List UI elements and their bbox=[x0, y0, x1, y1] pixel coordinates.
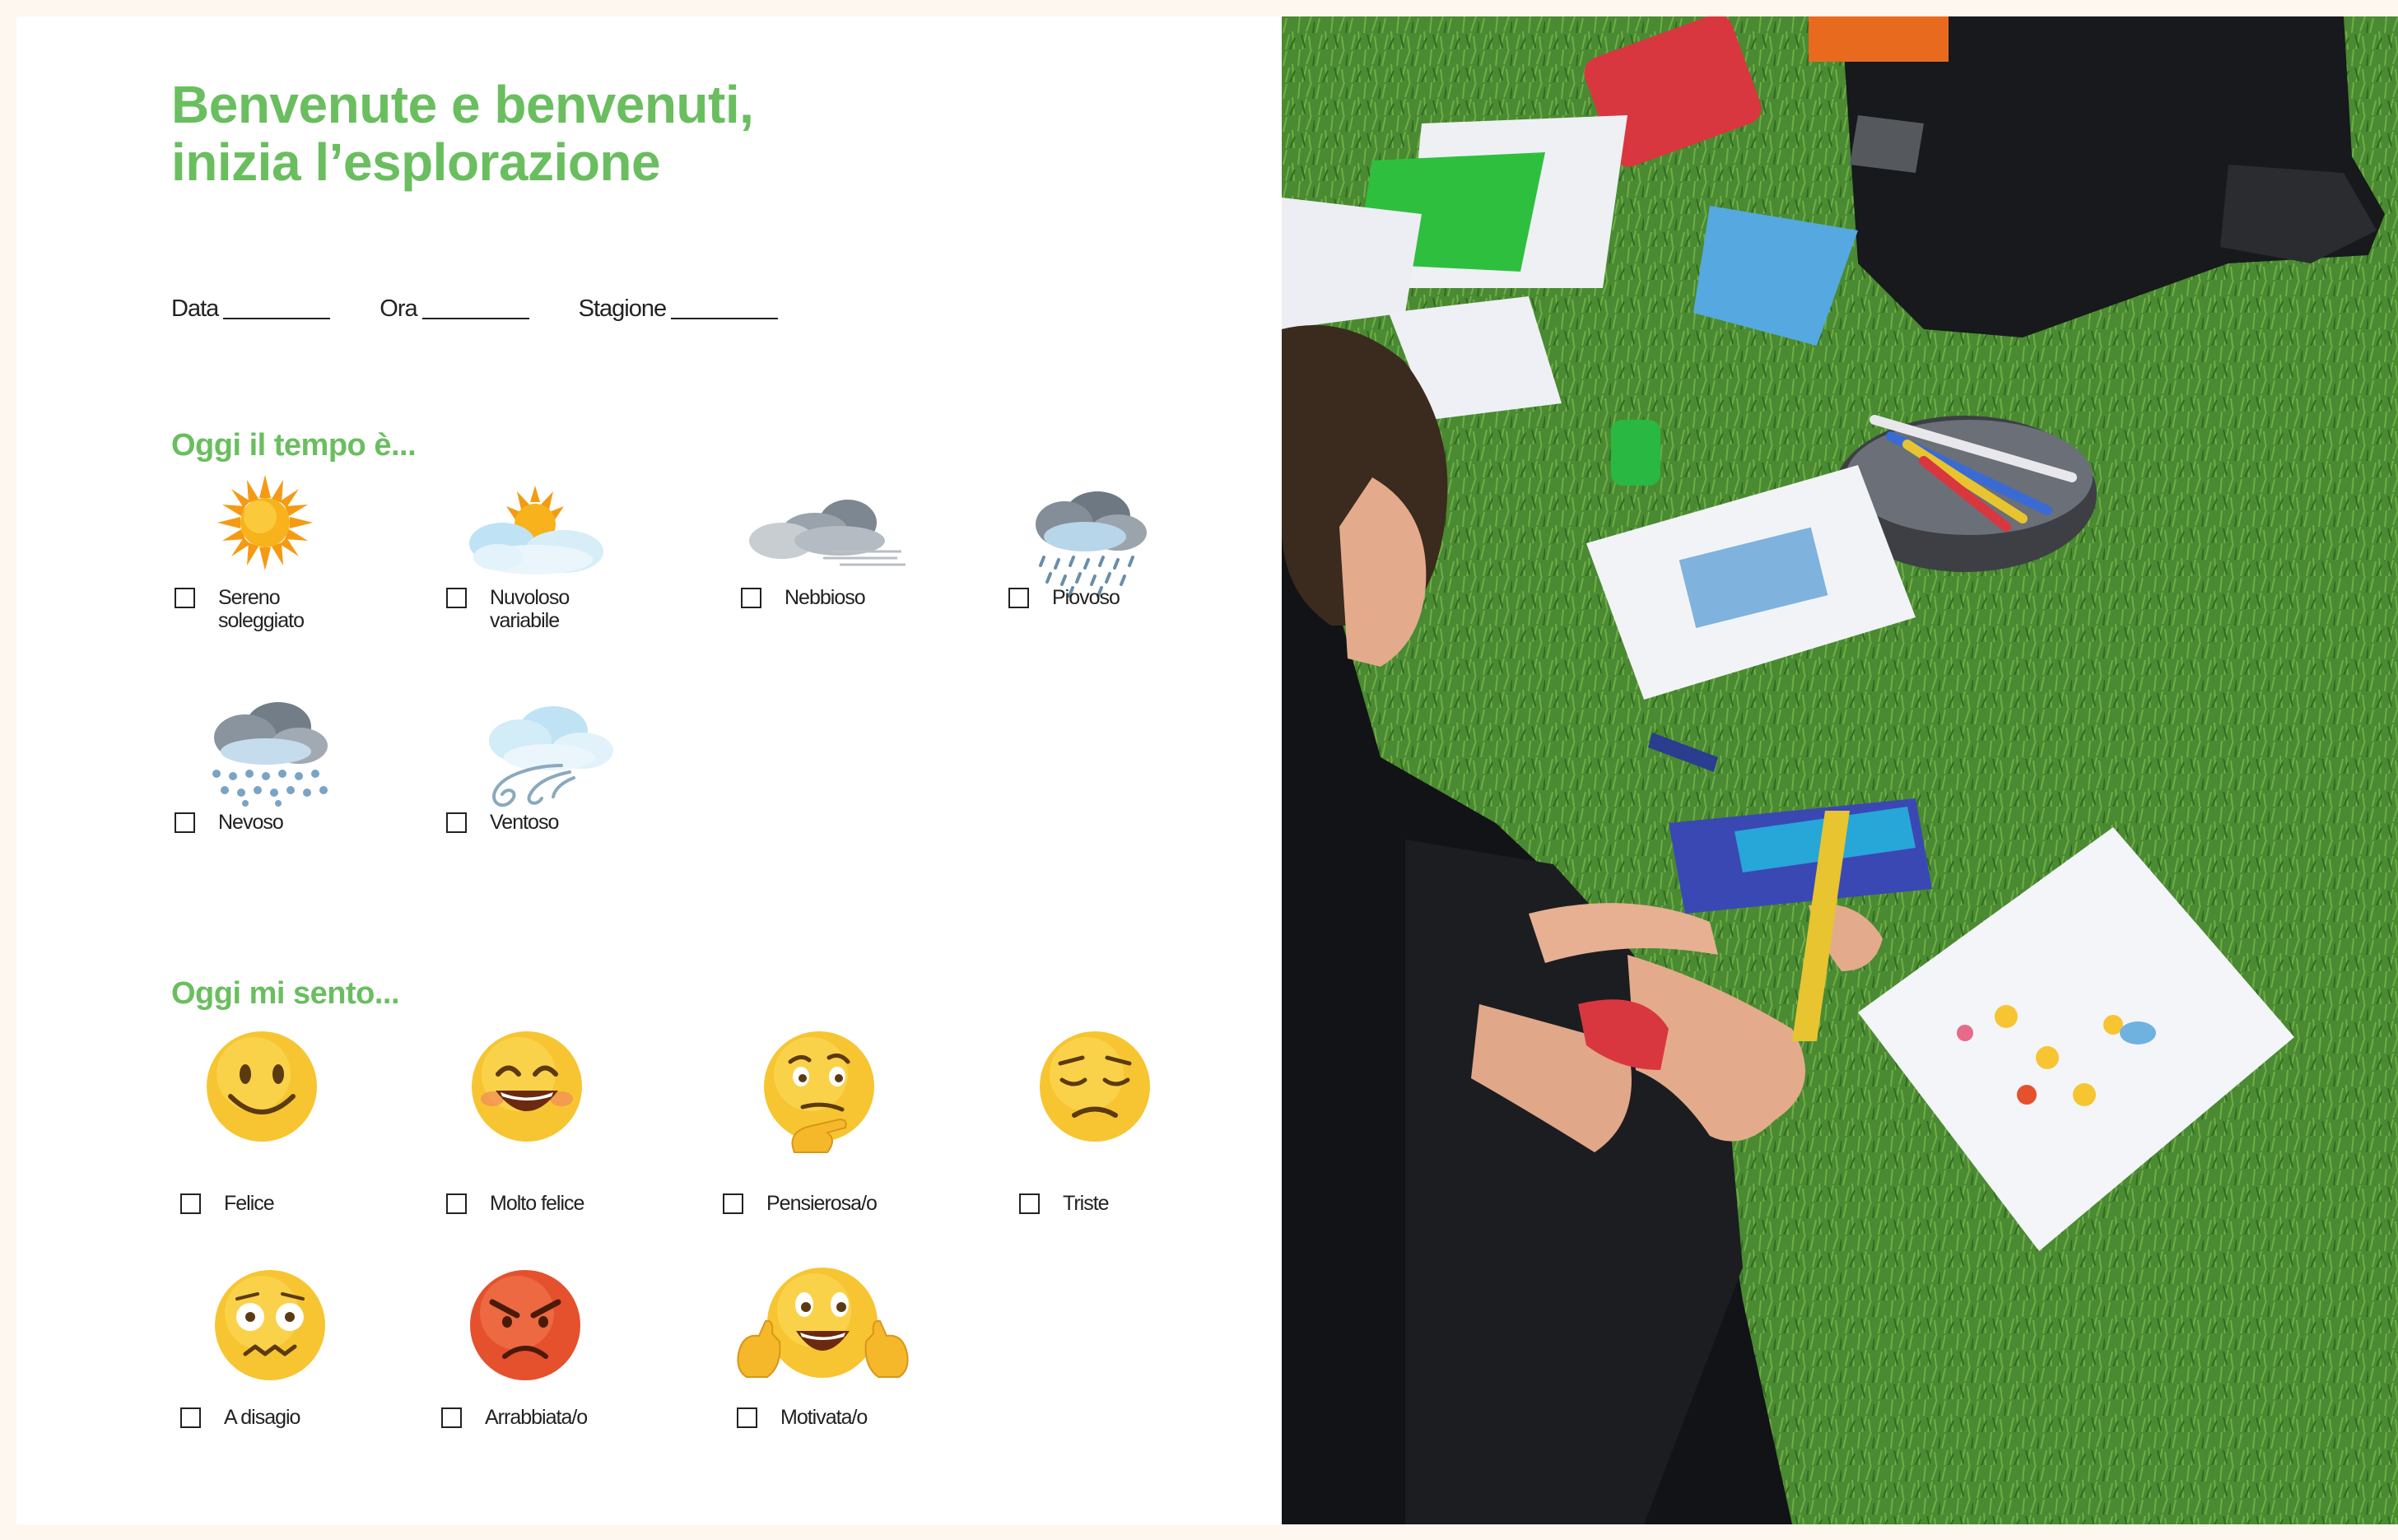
time-label: Ora bbox=[379, 295, 417, 322]
mood-option-uneasy[interactable]: A disagio bbox=[180, 1406, 300, 1429]
windy-label: Ventoso bbox=[490, 811, 559, 834]
angry-label: Arrabbiata/o bbox=[485, 1406, 588, 1429]
date-blank[interactable] bbox=[223, 318, 331, 319]
snowy-checkbox[interactable] bbox=[175, 812, 195, 833]
thinking-face-icon bbox=[761, 1029, 877, 1161]
worksheet-title: Benvenute e benvenuti, inizia l’esploraz… bbox=[171, 75, 754, 192]
grinning-face-icon bbox=[469, 1029, 584, 1144]
date-field[interactable]: Data bbox=[171, 295, 331, 323]
season-field[interactable]: Stagione bbox=[579, 295, 779, 323]
mood-option-happy[interactable]: Felice bbox=[180, 1192, 275, 1215]
date-label: Data bbox=[171, 295, 219, 322]
angry-checkbox[interactable] bbox=[441, 1407, 462, 1428]
thoughtful-label: Pensierosa/o bbox=[766, 1192, 878, 1215]
fog-icon bbox=[741, 490, 906, 572]
partly-cloudy-label: Nuvoloso variabile bbox=[490, 586, 570, 632]
foggy-label: Nebbioso bbox=[785, 586, 866, 609]
mood-section-title: Oggi mi sento... bbox=[171, 976, 400, 1011]
weather-option-foggy[interactable]: Nebbioso bbox=[741, 586, 866, 609]
season-blank[interactable] bbox=[671, 318, 779, 319]
sun-icon bbox=[216, 473, 314, 572]
rain-icon bbox=[1027, 487, 1151, 598]
uneasy-label: A disagio bbox=[224, 1406, 300, 1429]
sunny-checkbox[interactable] bbox=[175, 588, 195, 608]
rainy-label: Piovoso bbox=[1052, 586, 1120, 609]
motivated-label: Motivata/o bbox=[780, 1406, 868, 1429]
weather-option-snowy[interactable]: Nevoso bbox=[175, 811, 284, 834]
angry-face-icon bbox=[468, 1268, 583, 1383]
title-line-1: Benvenute e benvenuti, bbox=[171, 75, 754, 134]
sunny-label: Sereno soleggiato bbox=[218, 586, 305, 632]
snowy-label: Nevoso bbox=[218, 811, 284, 834]
weather-option-rainy[interactable]: Piovoso bbox=[1008, 586, 1120, 609]
happy-label: Felice bbox=[224, 1192, 275, 1215]
weather-section-title: Oggi il tempo è... bbox=[171, 428, 417, 463]
sad-label: Triste bbox=[1063, 1192, 1110, 1215]
partly-cloudy-icon bbox=[457, 482, 613, 580]
title-line-2: inizia l’esplorazione bbox=[171, 133, 661, 192]
sad-face-icon bbox=[1037, 1029, 1152, 1144]
mood-option-angry[interactable]: Arrabbiata/o bbox=[441, 1406, 588, 1429]
info-fields: Data Ora Stagione bbox=[171, 281, 827, 323]
windy-checkbox[interactable] bbox=[446, 812, 467, 833]
outdoor-activity-photo bbox=[1282, 16, 2398, 1524]
very-happy-label: Molto felice bbox=[490, 1192, 584, 1215]
rainy-checkbox[interactable] bbox=[1008, 588, 1029, 608]
thumbs-up-face-icon bbox=[734, 1263, 911, 1387]
photo-illustration bbox=[1282, 16, 2398, 1524]
weather-option-windy[interactable]: Ventoso bbox=[446, 811, 559, 834]
season-label: Stagione bbox=[578, 295, 667, 322]
mood-option-thoughtful[interactable]: Pensierosa/o bbox=[723, 1192, 878, 1215]
mood-option-sad[interactable]: Triste bbox=[1019, 1192, 1110, 1215]
snow-icon bbox=[204, 698, 336, 809]
uneasy-face-icon bbox=[212, 1268, 328, 1383]
weather-option-sunny[interactable]: Sereno soleggiato bbox=[175, 586, 305, 632]
mood-option-motivated[interactable]: Motivata/o bbox=[737, 1406, 868, 1429]
foggy-checkbox[interactable] bbox=[741, 588, 761, 608]
time-blank[interactable] bbox=[421, 318, 529, 319]
time-field[interactable]: Ora bbox=[379, 295, 529, 323]
uneasy-checkbox[interactable] bbox=[180, 1407, 201, 1428]
very-happy-checkbox[interactable] bbox=[446, 1193, 467, 1214]
motivated-checkbox[interactable] bbox=[737, 1407, 757, 1428]
weather-option-partly-cloudy[interactable]: Nuvoloso variabile bbox=[446, 586, 570, 632]
smiling-face-icon bbox=[204, 1029, 319, 1144]
partly-cloudy-checkbox[interactable] bbox=[446, 588, 467, 608]
sad-checkbox[interactable] bbox=[1019, 1193, 1040, 1214]
thoughtful-checkbox[interactable] bbox=[723, 1193, 743, 1214]
mood-option-very-happy[interactable]: Molto felice bbox=[446, 1192, 584, 1215]
happy-checkbox[interactable] bbox=[180, 1193, 201, 1214]
worksheet-page: Benvenute e benvenuti, inizia l’esploraz… bbox=[16, 16, 1282, 1524]
wind-icon bbox=[471, 700, 619, 815]
